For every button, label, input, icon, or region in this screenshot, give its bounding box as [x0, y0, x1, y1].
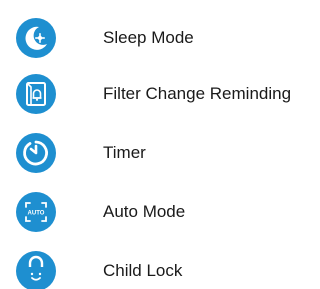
child-lock-icon [16, 251, 56, 289]
feature-list: Sleep Mode Filter Change Reminding Timer [0, 0, 302, 289]
timer-icon [16, 133, 56, 173]
menu-item-label: Sleep Mode [103, 28, 194, 47]
menu-item-sleep-mode[interactable]: Sleep Mode [0, 18, 302, 58]
sleep-mode-icon [16, 18, 56, 58]
menu-item-label: Filter Change Reminding [103, 84, 292, 103]
menu-item-label: Timer [103, 143, 146, 162]
menu-item-label: Child Lock [103, 261, 183, 280]
menu-item-child-lock[interactable]: Child Lock [0, 251, 302, 289]
auto-mode-icon: AUTO [16, 192, 56, 232]
menu-item-filter-change-reminding[interactable]: Filter Change Reminding [0, 74, 302, 114]
filter-reminder-icon [16, 74, 56, 114]
menu-item-label: Auto Mode [103, 202, 186, 221]
menu-item-timer[interactable]: Timer [0, 133, 302, 173]
auto-mode-icon-text: AUTO [28, 210, 45, 216]
menu-item-auto-mode[interactable]: AUTO Auto Mode [0, 192, 302, 232]
